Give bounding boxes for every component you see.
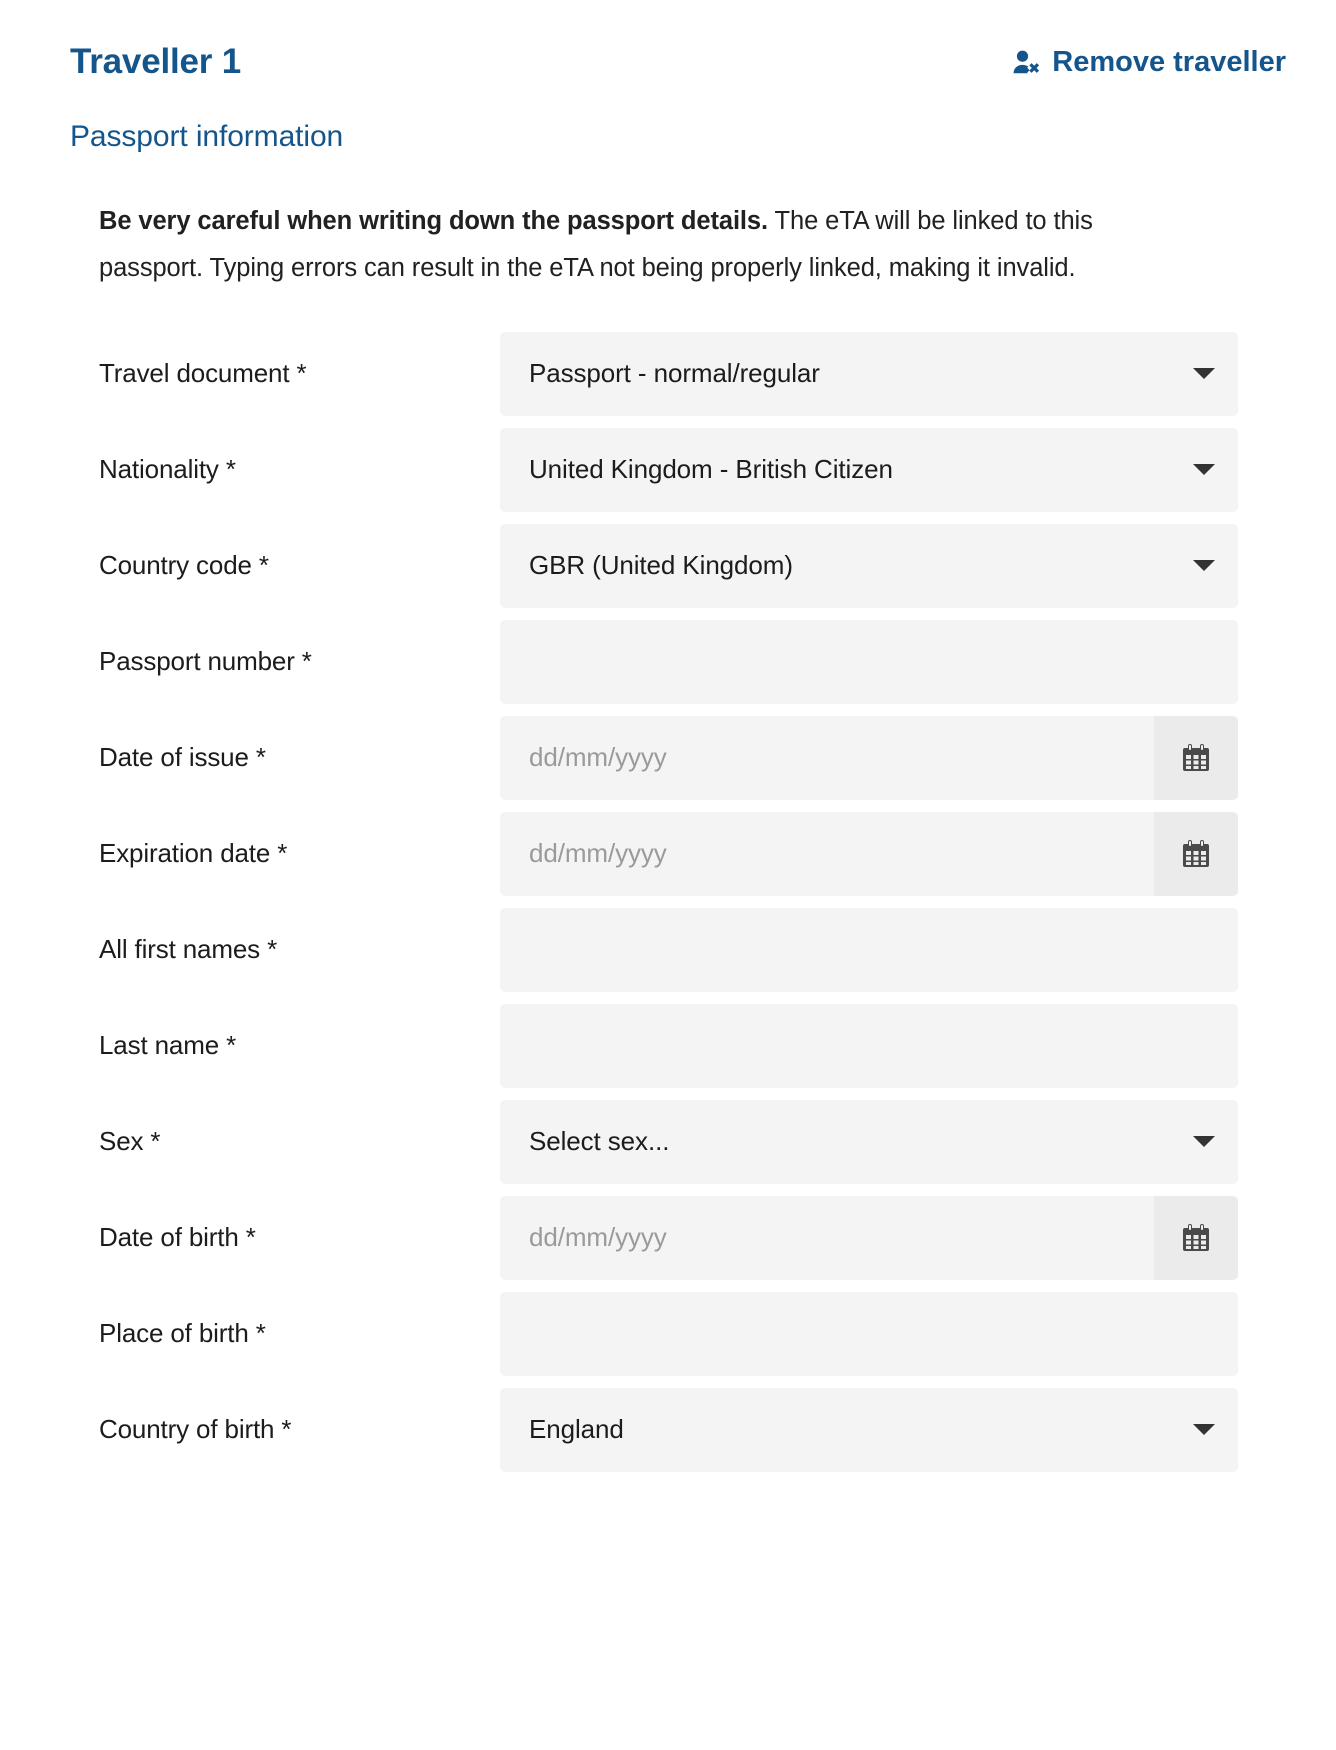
form-row-passport-number: Passport number *: [99, 619, 1238, 716]
select-travel-document[interactable]: Passport - normal/regular: [500, 331, 1238, 416]
form-row-last-name: Last name *: [99, 1003, 1238, 1100]
placeholder-expiration-date: dd/mm/yyyy: [529, 838, 667, 869]
label-expiration-date: Expiration date *: [99, 838, 288, 869]
passport-information-page: Traveller 1 Remove traveller Passport in…: [0, 0, 1336, 1750]
label-country-code: Country code *: [99, 550, 269, 581]
value-nationality: United Kingdom - British Citizen: [529, 454, 893, 485]
user-remove-icon: [1013, 50, 1043, 76]
form-row-country-code: Country code * GBR (United Kingdom): [99, 523, 1238, 620]
label-travel-document: Travel document *: [99, 358, 307, 389]
calendar-icon[interactable]: [1154, 811, 1238, 896]
form-row-expiration-date: Expiration date * dd/mm/yyyy: [99, 811, 1238, 908]
form-row-country-of-birth: Country of birth * England: [99, 1387, 1238, 1484]
input-last-name[interactable]: [500, 1003, 1238, 1088]
remove-traveller-link[interactable]: Remove traveller: [1013, 46, 1286, 79]
passport-warning-bold: Be very careful when writing down the pa…: [99, 207, 768, 235]
calendar-icon[interactable]: [1154, 1195, 1238, 1280]
form-row-nationality: Nationality * United Kingdom - British Ci…: [99, 427, 1238, 524]
form-row-date-of-issue: Date of issue * dd/mm/yyyy: [99, 715, 1238, 812]
date-input-expiration-date[interactable]: dd/mm/yyyy: [500, 811, 1238, 896]
passport-warning-text: Be very careful when writing down the pa…: [99, 198, 1099, 292]
input-passport-number[interactable]: [500, 619, 1238, 704]
label-date-of-birth: Date of birth *: [99, 1222, 256, 1253]
input-all-first-names[interactable]: [500, 907, 1238, 992]
input-place-of-birth[interactable]: [500, 1291, 1238, 1376]
form-row-place-of-birth: Place of birth *: [99, 1291, 1238, 1388]
value-country-of-birth: England: [529, 1414, 624, 1445]
chevron-down-icon[interactable]: [1170, 1100, 1238, 1184]
placeholder-date-of-birth: dd/mm/yyyy: [529, 1222, 667, 1253]
date-input-date-of-issue[interactable]: dd/mm/yyyy: [500, 715, 1238, 800]
section-subtitle: Passport information: [70, 120, 344, 153]
chevron-down-icon[interactable]: [1170, 428, 1238, 512]
form-row-travel-document: Travel document * Passport - normal/regul…: [99, 331, 1238, 428]
label-sex: Sex *: [99, 1126, 161, 1157]
form-row-all-first-names: All first names *: [99, 907, 1238, 1004]
label-date-of-issue: Date of issue *: [99, 742, 266, 773]
chevron-down-icon[interactable]: [1170, 1388, 1238, 1472]
placeholder-date-of-issue: dd/mm/yyyy: [529, 742, 667, 773]
select-nationality[interactable]: United Kingdom - British Citizen: [500, 427, 1238, 512]
label-place-of-birth: Place of birth *: [99, 1318, 266, 1349]
select-country-code[interactable]: GBR (United Kingdom): [500, 523, 1238, 608]
label-last-name: Last name *: [99, 1030, 237, 1061]
page-title: Traveller 1: [70, 42, 241, 81]
form-row-date-of-birth: Date of birth * dd/mm/yyyy: [99, 1195, 1238, 1292]
passport-form: Travel document * Passport - normal/regul…: [0, 331, 1336, 1484]
label-nationality: Nationality *: [99, 454, 236, 485]
select-sex[interactable]: Select sex...: [500, 1099, 1238, 1184]
label-passport-number: Passport number *: [99, 646, 312, 677]
select-country-of-birth[interactable]: England: [500, 1387, 1238, 1472]
label-all-first-names: All first names *: [99, 934, 278, 965]
chevron-down-icon[interactable]: [1170, 332, 1238, 416]
value-country-code: GBR (United Kingdom): [529, 550, 793, 581]
value-travel-document: Passport - normal/regular: [529, 358, 820, 389]
traveller-header: Traveller 1 Remove traveller: [70, 0, 1286, 100]
form-row-sex: Sex * Select sex...: [99, 1099, 1238, 1196]
value-sex: Select sex...: [529, 1126, 670, 1157]
chevron-down-icon[interactable]: [1170, 524, 1238, 608]
label-country-of-birth: Country of birth *: [99, 1414, 292, 1445]
calendar-icon[interactable]: [1154, 715, 1238, 800]
date-input-date-of-birth[interactable]: dd/mm/yyyy: [500, 1195, 1238, 1280]
remove-traveller-label: Remove traveller: [1052, 46, 1286, 78]
